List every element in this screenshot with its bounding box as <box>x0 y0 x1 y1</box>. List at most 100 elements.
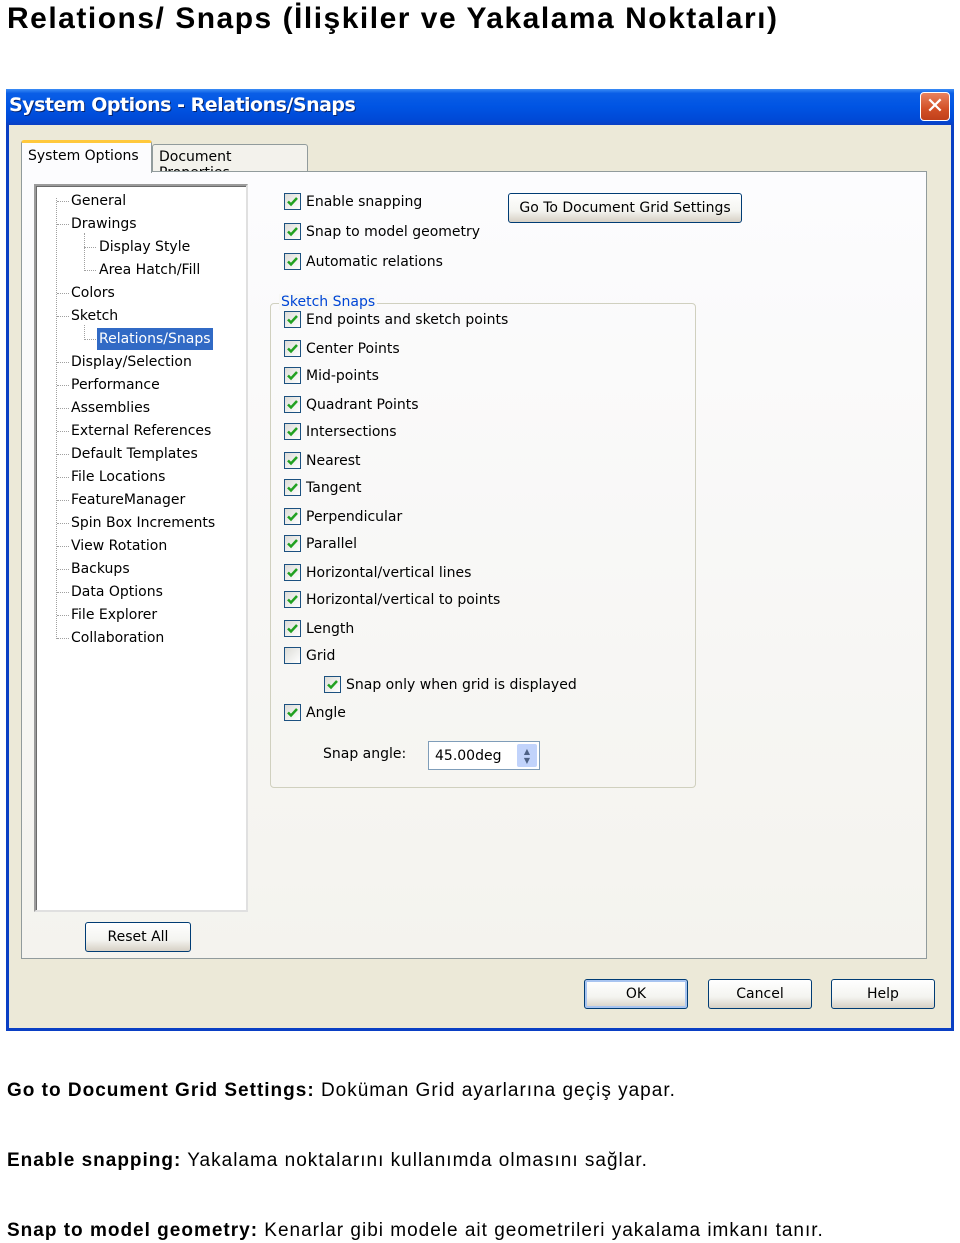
checkbox[interactable] <box>284 647 301 664</box>
tree-item[interactable]: FeatureManager <box>69 489 187 511</box>
snap-option-horizontal-vertical-lines[interactable]: Horizontal/vertical lines <box>284 564 471 581</box>
checkbox-label: End points and sketch points <box>306 311 509 328</box>
tree-item[interactable]: Performance <box>69 374 162 396</box>
checkmark-icon <box>287 456 298 466</box>
checkbox[interactable] <box>284 193 301 210</box>
checkmark-icon <box>287 512 298 522</box>
description-text: Doküman Grid ayarlarına geçiş yapar. <box>314 1080 676 1101</box>
option-enable-snapping[interactable]: Enable snapping <box>284 193 422 210</box>
snap-option-grid[interactable]: Grid <box>284 647 335 664</box>
tree-connector-line <box>57 454 69 455</box>
checkbox[interactable] <box>284 452 301 469</box>
snap-option-angle[interactable]: Angle <box>284 704 346 721</box>
tree-item[interactable]: Assemblies <box>69 397 152 419</box>
checkmark-icon <box>287 400 298 410</box>
tree-item[interactable]: General <box>69 190 128 212</box>
snap-option-center-points[interactable]: Center Points <box>284 340 400 357</box>
tree-item[interactable]: Data Options <box>69 581 165 603</box>
snap-option-perpendicular[interactable]: Perpendicular <box>284 508 402 525</box>
close-button[interactable]: ✕ <box>920 92 950 121</box>
snap-option-tangent[interactable]: Tangent <box>284 479 362 496</box>
reset-all-button[interactable]: Reset All <box>85 922 191 952</box>
checkbox[interactable] <box>284 340 301 357</box>
tree-connector-line <box>84 270 96 271</box>
tree-item[interactable]: External References <box>69 420 213 442</box>
snap-option-mid-points[interactable]: Mid-points <box>284 367 379 384</box>
checkmark-icon <box>287 315 298 325</box>
tree-item[interactable]: Sketch <box>69 305 120 327</box>
tree-item[interactable]: Spin Box Increments <box>69 512 217 534</box>
tree-connector-line <box>57 569 69 570</box>
checkbox[interactable] <box>284 253 301 270</box>
page-title: Relations/ Snaps (İlişkiler ve Yakalama … <box>7 2 779 35</box>
description-enable-snapping: Enable snapping: Yakalama noktalarını ku… <box>7 1150 648 1172</box>
option-automatic-relations[interactable]: Automatic relations <box>284 253 443 270</box>
cancel-button[interactable]: Cancel <box>708 979 812 1009</box>
go-to-document-grid-settings-button[interactable]: Go To Document Grid Settings <box>508 193 742 223</box>
ok-button[interactable]: OK <box>584 979 688 1009</box>
snap-option-nearest[interactable]: Nearest <box>284 452 361 469</box>
tree-item[interactable]: Display/Selection <box>69 351 194 373</box>
checkbox-label: Mid-points <box>306 367 379 384</box>
checkbox[interactable] <box>284 591 301 608</box>
checkbox-label: Snap only when grid is displayed <box>346 676 577 693</box>
tree-item[interactable]: Collaboration <box>69 627 166 649</box>
tree-connector-line <box>84 233 85 271</box>
tree-connector-line <box>56 198 57 639</box>
tree-connector-line <box>57 408 69 409</box>
checkbox[interactable] <box>284 535 301 552</box>
tree-connector-line <box>57 546 69 547</box>
tree-item[interactable]: Backups <box>69 558 132 580</box>
tree-item[interactable]: Default Templates <box>69 443 200 465</box>
options-tree[interactable]: General Drawings Display Style Area Hatch/F… <box>34 184 248 912</box>
checkbox[interactable] <box>284 620 301 637</box>
snap-option-quadrant-points[interactable]: Quadrant Points <box>284 396 419 413</box>
checkbox[interactable] <box>284 508 301 525</box>
option-snap-to-model-geometry[interactable]: Snap to model geometry <box>284 223 480 240</box>
description-text: Kenarlar gibi modele ait geometrileri ya… <box>258 1220 824 1241</box>
tree-item[interactable]: Display Style <box>97 236 192 258</box>
tree-item[interactable]: Area Hatch/Fill <box>97 259 202 281</box>
spin-up-icon[interactable]: ▲ <box>524 747 530 756</box>
tree-item[interactable]: View Rotation <box>69 535 169 557</box>
checkbox-label: Tangent <box>306 479 362 496</box>
tree-connector-line <box>57 500 69 501</box>
checkbox[interactable] <box>284 367 301 384</box>
checkbox[interactable] <box>284 479 301 496</box>
checkbox[interactable] <box>284 223 301 240</box>
checkbox[interactable] <box>284 311 301 328</box>
spin-down-icon[interactable]: ▼ <box>524 756 530 765</box>
tree-item[interactable]: File Explorer <box>69 604 159 626</box>
snap-option-length[interactable]: Length <box>284 620 354 637</box>
checkbox[interactable] <box>284 396 301 413</box>
description-term: Snap to model geometry: <box>7 1220 259 1241</box>
checkbox[interactable] <box>284 704 301 721</box>
description-term: Enable snapping: <box>7 1150 182 1171</box>
snap-option-snap-only-when-grid-is-displayed[interactable]: Snap only when grid is displayed <box>324 676 577 693</box>
snap-option-horizontal-vertical-to-points[interactable]: Horizontal/vertical to points <box>284 591 500 608</box>
description-text: Yakalama noktalarını kullanımda olmasını… <box>181 1150 648 1171</box>
snap-option-intersections[interactable]: Intersections <box>284 423 397 440</box>
description-snap-to-model: Snap to model geometry: Kenarlar gibi mo… <box>7 1220 824 1242</box>
snap-option-parallel[interactable]: Parallel <box>284 535 357 552</box>
snap-angle-spinbox[interactable]: 45.00deg ▲ ▼ <box>428 741 540 770</box>
snap-option-end-points-and-sketch-points[interactable]: End points and sketch points <box>284 311 508 328</box>
checkbox-label: Center Points <box>306 340 400 357</box>
tree-item[interactable]: Relations/Snaps <box>97 328 213 350</box>
tree-item[interactable]: Drawings <box>69 213 139 235</box>
tree-connector-line <box>57 477 69 478</box>
checkbox[interactable] <box>324 676 341 693</box>
title-bar[interactable]: System Options - Relations/Snaps ✕ <box>6 89 954 125</box>
checkmark-icon <box>287 427 298 437</box>
checkbox-label: Automatic relations <box>306 253 443 270</box>
checkbox[interactable] <box>284 564 301 581</box>
tab-document-properties[interactable]: Document Properties <box>152 144 308 181</box>
tree-item[interactable]: Colors <box>69 282 117 304</box>
tree-item[interactable]: File Locations <box>69 466 167 488</box>
spin-buttons[interactable]: ▲ ▼ <box>517 744 537 767</box>
tab-system-options[interactable]: System Options <box>21 140 152 173</box>
checkbox-label: Intersections <box>306 423 397 440</box>
checkbox[interactable] <box>284 423 301 440</box>
checkbox-label: Quadrant Points <box>306 396 419 413</box>
help-button[interactable]: Help <box>831 979 935 1009</box>
